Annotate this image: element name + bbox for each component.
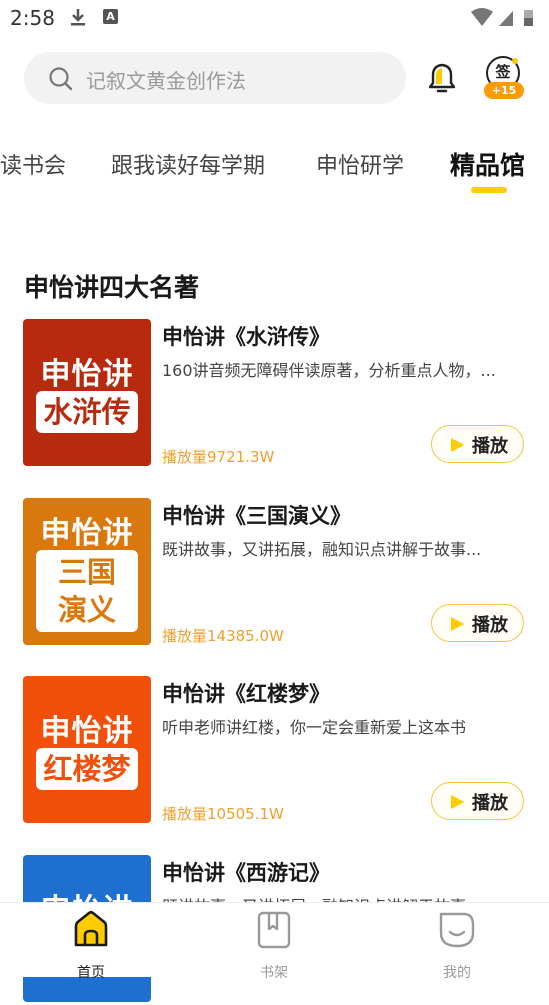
bell-icon[interactable] xyxy=(422,58,462,102)
profile-face-icon xyxy=(436,912,478,955)
play-label: 播放 xyxy=(472,436,508,457)
book-cover[interactable]: 申怡讲 三国 演义 xyxy=(23,498,151,645)
play-count: 播放量9721.3W xyxy=(162,448,275,466)
status-time: 2:58 xyxy=(10,6,55,30)
book-description: 既讲故事，又讲拓展，融知识点讲解于故事... xyxy=(162,540,482,559)
book-description: 听申老师讲红楼，你一定会重新爱上这本书 xyxy=(162,718,467,737)
book-cover[interactable]: 申怡讲 水浒传 xyxy=(23,319,151,466)
status-bar: 2:58 A xyxy=(0,0,549,38)
cover-title: 申怡讲 xyxy=(40,357,134,392)
book-description: 160讲音频无障碍伴读原著，分析重点人物，... xyxy=(162,361,496,380)
nav-bookshelf[interactable]: 书架 xyxy=(234,909,314,981)
nav-mine-label: 我的 xyxy=(443,965,471,981)
search-placeholder: 记叙文黄金创作法 xyxy=(86,69,246,93)
play-count: 播放量10505.1W xyxy=(162,805,284,823)
active-tab-indicator xyxy=(471,187,507,193)
signal-battery-icons xyxy=(469,7,539,33)
list-item[interactable]: 申怡讲 水浒传 申怡讲《水浒传》 160讲音频无障碍伴读原著，分析重点人物，..… xyxy=(0,319,549,469)
list-item[interactable]: 申怡讲 红楼梦 申怡讲《红楼梦》 听申老师讲红楼，你一定会重新爱上这本书 播放量… xyxy=(0,676,549,826)
book-title[interactable]: 申怡讲《水浒传》 xyxy=(162,321,330,351)
cover-book-name-line1: 三国 xyxy=(57,555,116,589)
book-title[interactable]: 申怡讲《红楼梦》 xyxy=(162,678,330,708)
category-tabs: 读书会 跟我读好每学期 申怡研学 精品馆 xyxy=(0,140,549,200)
tab-read-every-term[interactable]: 跟我读好每学期 xyxy=(111,148,265,180)
search-icon xyxy=(48,66,74,96)
play-button[interactable]: 播放 xyxy=(431,782,524,820)
cover-book-name-line2: 演义 xyxy=(57,593,116,627)
download-icon xyxy=(68,7,88,31)
play-label: 播放 xyxy=(472,793,508,814)
book-title[interactable]: 申怡讲《西游记》 xyxy=(162,857,330,887)
play-count: 播放量14385.0W xyxy=(162,627,284,645)
cover-title: 申怡讲 xyxy=(40,714,134,749)
cover-book-name: 三国 演义 xyxy=(36,550,138,632)
cover-title: 申怡讲 xyxy=(40,516,134,551)
nav-home-label: 首页 xyxy=(77,965,105,981)
bottom-nav: 首页 书架 我的 xyxy=(0,902,549,981)
list-item[interactable]: 申怡讲 三国 演义 申怡讲《三国演义》 既讲故事，又讲拓展，融知识点讲解于故事.… xyxy=(0,498,549,648)
play-icon xyxy=(449,437,465,457)
play-icon xyxy=(449,616,465,636)
cover-book-name: 红楼梦 xyxy=(36,748,138,790)
tab-boutique[interactable]: 精品馆 xyxy=(450,146,525,182)
nav-mine[interactable]: 我的 xyxy=(417,909,497,981)
play-icon xyxy=(449,794,465,814)
bookshelf-icon xyxy=(253,911,295,955)
sign-in-button[interactable]: 签 +15 xyxy=(484,56,524,100)
nav-bookshelf-label: 书架 xyxy=(260,965,288,981)
search-input[interactable]: 记叙文黄金创作法 xyxy=(24,52,406,104)
book-title[interactable]: 申怡讲《三国演义》 xyxy=(162,500,351,530)
play-button[interactable]: 播放 xyxy=(431,425,524,463)
play-label: 播放 xyxy=(472,615,508,636)
sign-dot xyxy=(512,58,518,64)
play-button[interactable]: 播放 xyxy=(431,604,524,642)
section-title: 申怡讲四大名著 xyxy=(24,273,200,302)
book-cover[interactable]: 申怡讲 红楼梦 xyxy=(23,676,151,823)
home-icon xyxy=(70,910,112,955)
app-notification-icon: A xyxy=(103,9,118,24)
cover-book-name: 水浒传 xyxy=(36,391,138,433)
tab-reading-club[interactable]: 读书会 xyxy=(0,148,66,180)
tab-study-tour[interactable]: 申怡研学 xyxy=(316,148,404,180)
nav-home[interactable]: 首页 xyxy=(51,909,131,981)
sign-bonus-badge: +15 xyxy=(484,82,524,99)
